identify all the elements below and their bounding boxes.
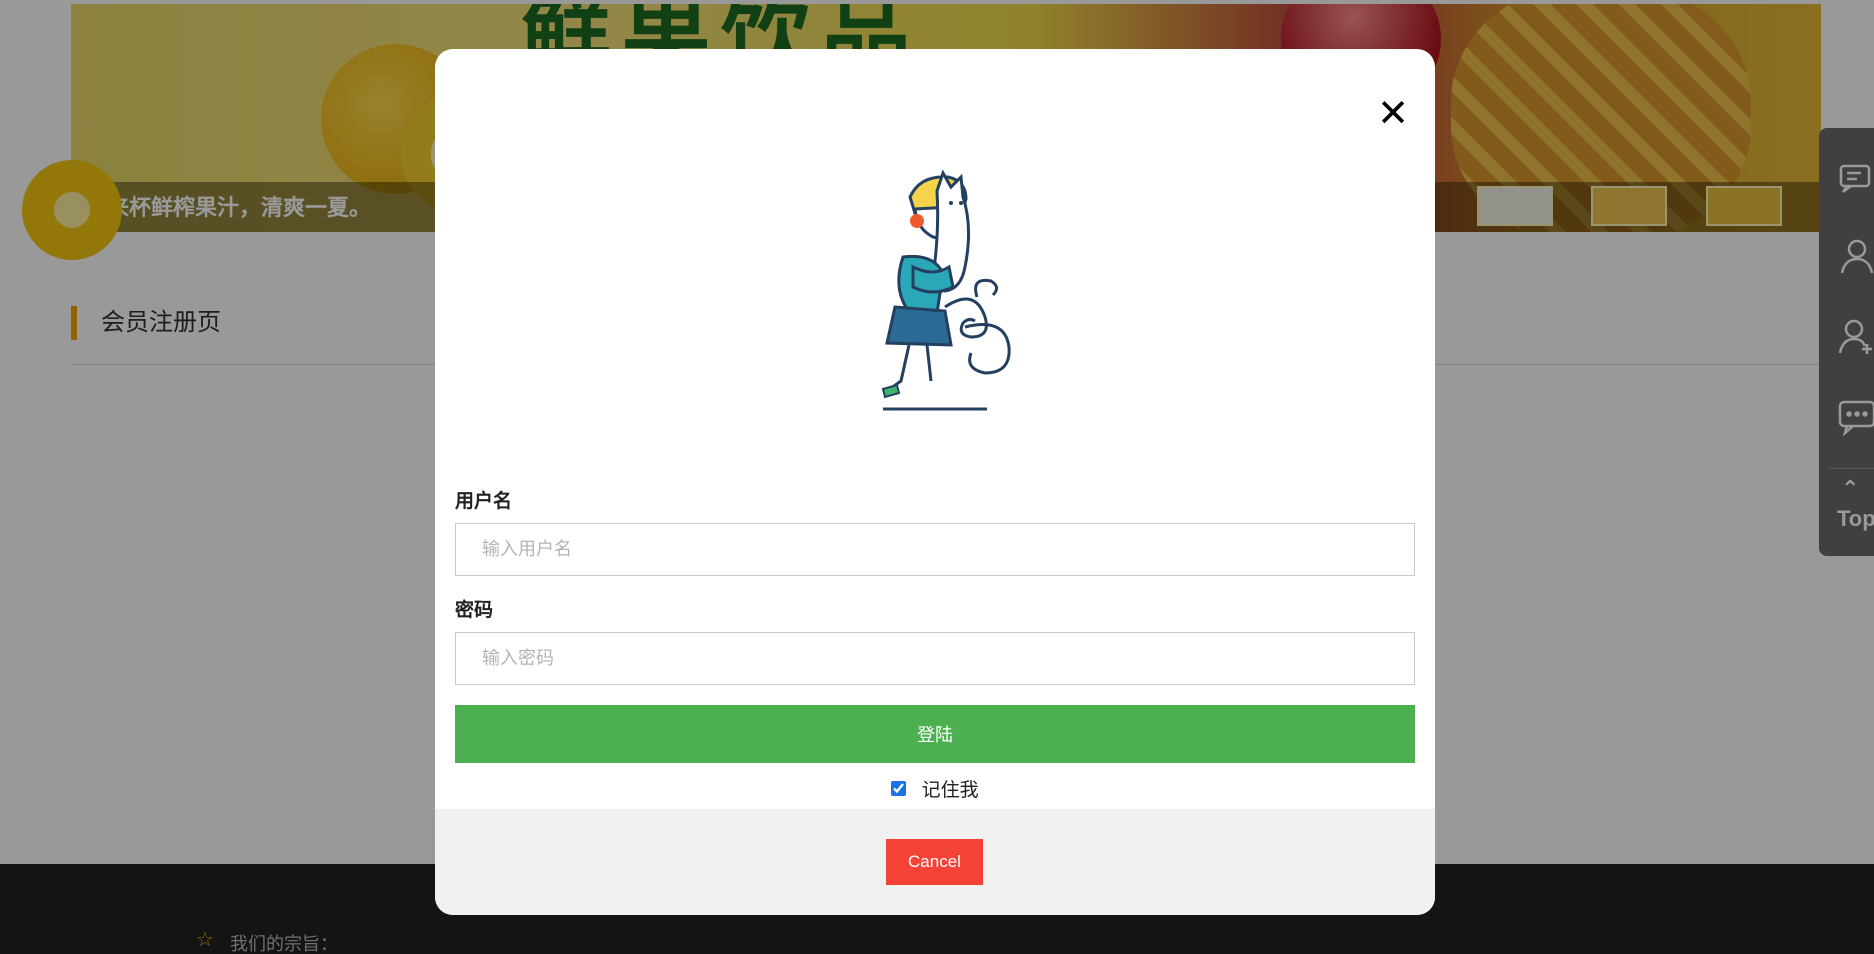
remember-me-label[interactable]: 记住我 — [922, 780, 979, 801]
remember-me-row: 记住我 — [455, 775, 1415, 801]
password-label: 密码 — [455, 600, 494, 621]
username-label: 用户名 — [455, 491, 513, 512]
login-button[interactable]: 登陆 — [455, 705, 1415, 763]
remember-me-checkbox[interactable] — [891, 781, 907, 796]
close-icon[interactable]: ✕ — [1373, 94, 1413, 134]
password-input[interactable] — [455, 632, 1415, 685]
username-input[interactable] — [455, 523, 1415, 576]
modal-footer: Cancel — [435, 809, 1435, 915]
avatar-illustration — [881, 169, 1011, 411]
login-modal: ✕ 用户名 密码 登陆 记住我 — [435, 49, 1435, 915]
cancel-button[interactable]: Cancel — [886, 839, 983, 885]
login-form: 用户名 密码 登陆 记住我 — [455, 489, 1415, 801]
